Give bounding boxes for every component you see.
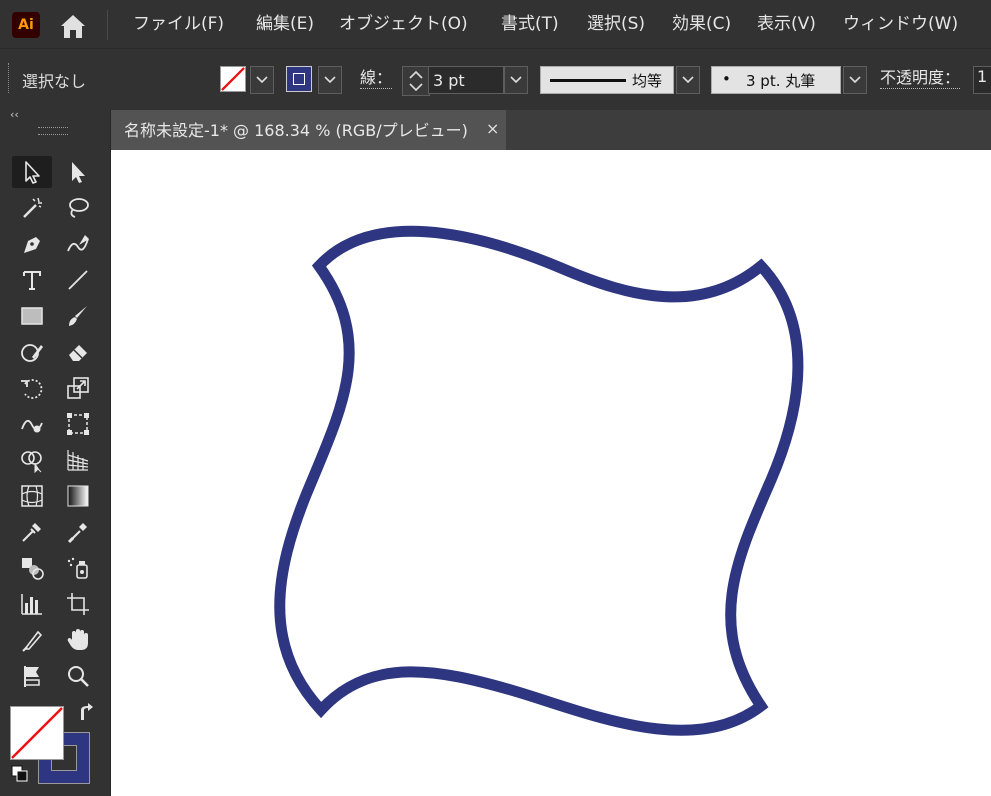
stroke-weight-stepper[interactable] <box>402 66 430 96</box>
menu-divider <box>107 10 108 40</box>
menu-select[interactable]: 選択(S) <box>587 0 645 48</box>
eraser-tool[interactable] <box>58 336 98 368</box>
profile-line-preview <box>550 79 626 82</box>
brush-dropdown[interactable] <box>843 66 867 94</box>
chevron-down-icon <box>256 76 268 84</box>
swap-fill-stroke-icon[interactable] <box>76 702 98 724</box>
puppet-warp-tool[interactable] <box>12 660 52 692</box>
brush-dot-icon: • <box>722 70 731 88</box>
profile-dropdown[interactable] <box>676 66 700 94</box>
symbol-sprayer-tool[interactable] <box>58 552 98 584</box>
app-logo: Ai <box>12 12 40 38</box>
chevron-down-icon <box>682 76 694 84</box>
close-icon[interactable]: × <box>486 119 499 138</box>
menu-view[interactable]: 表示(V) <box>757 0 816 48</box>
measure-tool[interactable] <box>58 516 98 548</box>
collapse-panel-icon[interactable]: ‹‹ <box>10 108 19 121</box>
rectangle-tool[interactable] <box>12 300 52 332</box>
fill-color-swatch[interactable] <box>220 66 246 92</box>
stroke-weight-dropdown[interactable] <box>504 66 528 94</box>
brush-label: 3 pt. 丸筆 <box>746 72 816 90</box>
shaper-tool[interactable] <box>12 336 52 368</box>
free-transform-tool[interactable] <box>58 408 98 440</box>
menu-edit[interactable]: 編集(E) <box>256 0 314 48</box>
stroke-weight-input[interactable] <box>428 66 504 94</box>
perspective-grid-tool[interactable] <box>58 444 98 476</box>
tools-panel-grip[interactable] <box>38 127 68 135</box>
document-tab-title: 名称未設定-1* @ 168.34 % (RGB/プレビュー) <box>124 121 468 140</box>
chevron-down-icon <box>324 76 336 84</box>
fill-dropdown-button[interactable] <box>250 66 274 94</box>
chevron-down-icon <box>849 76 861 84</box>
menu-type[interactable]: 書式(T) <box>501 0 559 48</box>
magic-wand-tool[interactable] <box>12 192 52 224</box>
blend-tool[interactable] <box>12 552 52 584</box>
stepper-arrows-icon <box>409 70 423 92</box>
scale-tool[interactable] <box>58 372 98 404</box>
slice-tool[interactable] <box>12 624 52 656</box>
menu-window[interactable]: ウィンドウ(W) <box>843 0 958 48</box>
line-segment-tool[interactable] <box>58 264 98 296</box>
default-fill-stroke-icon[interactable] <box>10 764 30 784</box>
paintbrush-tool[interactable] <box>58 300 98 332</box>
selection-status: 選択なし <box>22 72 87 91</box>
column-graph-tool[interactable] <box>12 588 52 620</box>
direct-selection-tool[interactable] <box>58 156 98 188</box>
warp-tool[interactable] <box>12 408 52 440</box>
stroke-color-swatch[interactable] <box>286 66 312 92</box>
pen-tool[interactable] <box>12 228 52 260</box>
artboard-tool[interactable] <box>58 588 98 620</box>
selection-tool[interactable] <box>12 156 52 188</box>
stroke-dropdown-button[interactable] <box>318 66 342 94</box>
shape-builder-tool[interactable] <box>12 444 52 476</box>
gradient-tool[interactable] <box>58 480 98 512</box>
rotate-tool[interactable] <box>12 372 52 404</box>
eyedropper-tool[interactable] <box>12 516 52 548</box>
menu-object[interactable]: オブジェクト(O) <box>339 0 468 48</box>
hand-tool[interactable] <box>58 624 98 656</box>
warped-square-path[interactable] <box>111 150 991 796</box>
home-icon[interactable] <box>58 12 88 40</box>
opacity-input[interactable]: 1 <box>973 66 991 94</box>
curvature-tool[interactable] <box>58 228 98 260</box>
stroke-label[interactable]: 線： <box>360 68 393 89</box>
lasso-tool[interactable] <box>58 192 98 224</box>
opacity-label[interactable]: 不透明度： <box>880 68 961 89</box>
fill-color-box[interactable] <box>10 706 64 760</box>
type-tool[interactable] <box>12 264 52 296</box>
menu-effect[interactable]: 効果(C) <box>672 0 731 48</box>
profile-label: 均等 <box>632 72 663 90</box>
menu-file[interactable]: ファイル(F) <box>133 0 224 48</box>
control-bar-grip[interactable] <box>8 63 11 93</box>
mesh-tool[interactable] <box>12 480 52 512</box>
zoom-tool[interactable] <box>58 660 98 692</box>
chevron-down-icon <box>510 76 522 84</box>
